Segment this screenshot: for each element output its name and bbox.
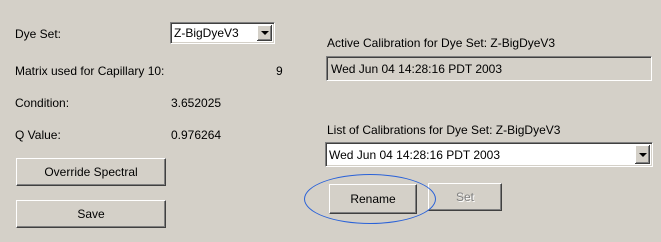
save-button[interactable]: Save [16, 200, 166, 228]
calibration-list-value: Wed Jun 04 14:28:16 PDT 2003 [329, 147, 501, 162]
q-value-label: Q Value: [15, 128, 61, 142]
override-spectral-button[interactable]: Override Spectral [16, 158, 166, 186]
chevron-down-icon[interactable] [257, 25, 272, 41]
calibration-list-label: List of Calibrations for Dye Set: Z-BigD… [327, 123, 561, 137]
set-button: Set [428, 183, 502, 211]
calibration-list-dropdown[interactable]: Wed Jun 04 14:28:16 PDT 2003 [325, 142, 653, 167]
matrix-label: Matrix used for Capillary 10: [15, 64, 165, 78]
active-calibration-value: Wed Jun 04 14:28:16 PDT 2003 [331, 61, 503, 76]
condition-label: Condition: [15, 96, 70, 110]
dye-set-label: Dye Set: [15, 27, 62, 41]
active-calibration-field: Wed Jun 04 14:28:16 PDT 2003 [326, 56, 652, 81]
chevron-down-icon[interactable] [635, 145, 650, 164]
rename-button[interactable]: Rename [329, 184, 417, 214]
matrix-value: 9 [276, 64, 283, 78]
condition-value: 3.652025 [171, 96, 222, 110]
q-value-value: 0.976264 [171, 128, 222, 142]
dye-set-dropdown[interactable]: Z-BigDyeV3 [170, 22, 275, 44]
active-calibration-label: Active Calibration for Dye Set: Z-BigDye… [327, 36, 556, 50]
dye-set-value: Z-BigDyeV3 [174, 26, 239, 40]
